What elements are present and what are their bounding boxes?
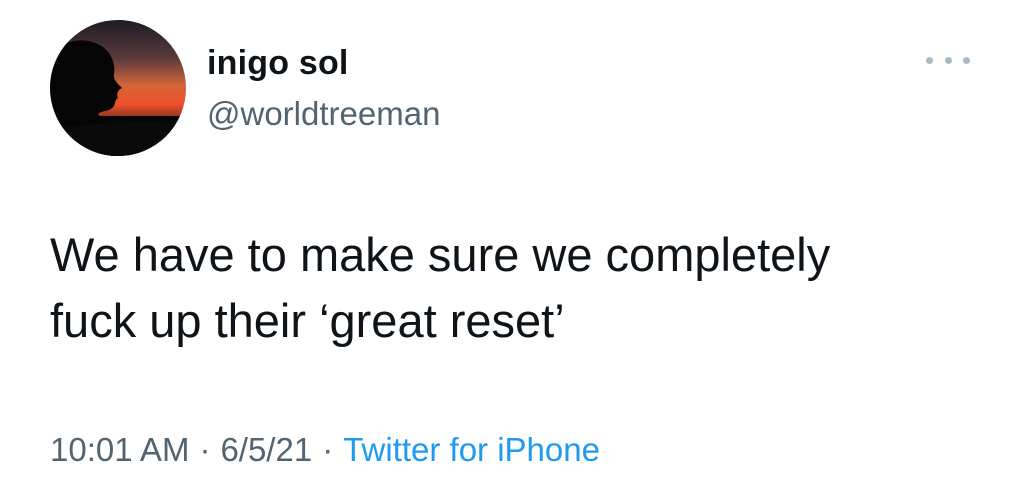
user-handle[interactable]: @worldtreeman bbox=[207, 92, 440, 136]
tweet-text-line: fuck up their ‘great reset’ bbox=[50, 294, 565, 347]
tweet-source-link[interactable]: Twitter for iPhone bbox=[343, 431, 600, 468]
more-options-icon[interactable] bbox=[926, 50, 970, 70]
meta-separator: · bbox=[322, 431, 334, 468]
dot bbox=[926, 56, 933, 64]
silhouette-sunset-avatar-icon bbox=[50, 20, 186, 156]
display-name[interactable]: inigo sol bbox=[207, 41, 349, 85]
tweet-text-line: We have to make sure we completely bbox=[50, 228, 831, 281]
meta-separator: · bbox=[199, 431, 211, 468]
tweet-date[interactable]: 6/5/21 bbox=[220, 431, 312, 468]
dot bbox=[963, 56, 970, 64]
tweet-meta: 10:01 AM · 6/5/21 · Twitter for iPhone bbox=[50, 428, 600, 472]
dot bbox=[944, 56, 952, 64]
tweet-text: We have to make sure we completely fuck … bbox=[50, 222, 990, 354]
tweet-card: inigo sol @worldtreeman We have to make … bbox=[0, 0, 1024, 495]
tweet-time[interactable]: 10:01 AM bbox=[50, 431, 189, 468]
avatar[interactable] bbox=[50, 20, 186, 156]
